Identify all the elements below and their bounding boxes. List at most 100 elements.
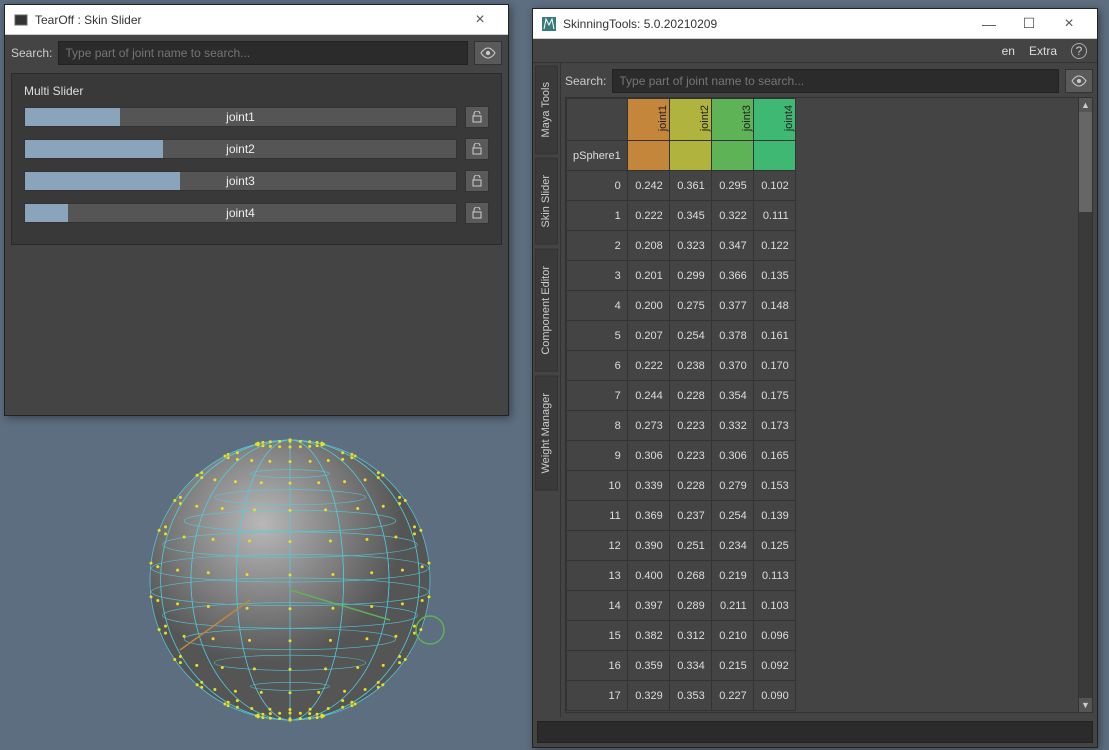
weight-cell[interactable]: 0.207 <box>627 321 669 351</box>
table-row[interactable]: 120.3900.2510.2340.125 <box>567 531 796 561</box>
weight-cell[interactable]: 0.254 <box>711 501 753 531</box>
weight-cell[interactable]: 0.369 <box>627 501 669 531</box>
weight-cell[interactable]: 0.210 <box>711 621 753 651</box>
vertical-tab[interactable]: Component Editor <box>535 249 558 372</box>
weight-cell[interactable]: 0.273 <box>627 411 669 441</box>
weight-cell[interactable]: 0.354 <box>711 381 753 411</box>
table-row[interactable]: 90.3060.2230.3060.165 <box>567 441 796 471</box>
weight-cell[interactable]: 0.306 <box>627 441 669 471</box>
weight-cell[interactable]: 0.339 <box>627 471 669 501</box>
weight-cell[interactable]: 0.103 <box>753 591 795 621</box>
weight-cell[interactable]: 0.353 <box>669 681 711 711</box>
lock-button[interactable] <box>465 106 489 128</box>
vertical-tab[interactable]: Maya Tools <box>535 65 558 154</box>
weight-cell[interactable]: 0.096 <box>753 621 795 651</box>
table-row[interactable]: 140.3970.2890.2110.103 <box>567 591 796 621</box>
weight-cell[interactable]: 0.223 <box>669 411 711 441</box>
search-input[interactable] <box>58 41 468 65</box>
weight-cell[interactable]: 0.242 <box>627 171 669 201</box>
scroll-down-icon[interactable]: ▼ <box>1079 698 1092 712</box>
joint-header[interactable]: joint4 <box>753 99 795 141</box>
weight-cell[interactable]: 0.306 <box>711 441 753 471</box>
table-row[interactable]: 170.3290.3530.2270.090 <box>567 681 796 711</box>
table-row[interactable]: 60.2220.2380.3700.170 <box>567 351 796 381</box>
vertical-tab[interactable]: Skin Slider <box>535 158 558 245</box>
table-row[interactable]: 20.2080.3230.3470.122 <box>567 231 796 261</box>
close-icon[interactable]: × <box>1049 9 1089 38</box>
weight-cell[interactable]: 0.200 <box>627 291 669 321</box>
weight-cell[interactable]: 0.227 <box>711 681 753 711</box>
scroll-up-icon[interactable]: ▲ <box>1079 98 1092 112</box>
table-row[interactable]: 10.2220.3450.3220.111 <box>567 201 796 231</box>
weight-cell[interactable]: 0.254 <box>669 321 711 351</box>
weight-cell[interactable]: 0.366 <box>711 261 753 291</box>
weight-cell[interactable]: 0.222 <box>627 201 669 231</box>
weight-cell[interactable]: 0.215 <box>711 651 753 681</box>
weight-cell[interactable]: 0.361 <box>669 171 711 201</box>
weight-cell[interactable]: 0.275 <box>669 291 711 321</box>
visibility-toggle-button[interactable] <box>474 41 502 65</box>
weight-cell[interactable]: 0.223 <box>669 441 711 471</box>
table-row[interactable]: 70.2440.2280.3540.175 <box>567 381 796 411</box>
weight-cell[interactable]: 0.244 <box>627 381 669 411</box>
weight-cell[interactable]: 0.323 <box>669 231 711 261</box>
weight-cell[interactable]: 0.329 <box>627 681 669 711</box>
table-row[interactable]: 30.2010.2990.3660.135 <box>567 261 796 291</box>
weight-table[interactable]: joint1joint2joint3joint4pSphere100.2420.… <box>565 97 1093 713</box>
weight-cell[interactable]: 0.332 <box>711 411 753 441</box>
weight-cell[interactable]: 0.237 <box>669 501 711 531</box>
weight-cell[interactable]: 0.382 <box>627 621 669 651</box>
search-input[interactable] <box>612 69 1059 93</box>
table-row[interactable]: 80.2730.2230.3320.173 <box>567 411 796 441</box>
weight-cell[interactable]: 0.208 <box>627 231 669 261</box>
minimize-icon[interactable]: — <box>969 9 1009 38</box>
weight-cell[interactable]: 0.211 <box>711 591 753 621</box>
weight-cell[interactable]: 0.289 <box>669 591 711 621</box>
lang-menu[interactable]: en <box>1002 44 1015 58</box>
joint-slider[interactable]: joint4 <box>24 203 457 223</box>
weight-cell[interactable]: 0.148 <box>753 291 795 321</box>
lock-button[interactable] <box>465 170 489 192</box>
weight-cell[interactable]: 0.397 <box>627 591 669 621</box>
tearoff-titlebar[interactable]: TearOff : Skin Slider × <box>5 5 508 35</box>
weight-cell[interactable]: 0.299 <box>669 261 711 291</box>
joint-slider[interactable]: joint1 <box>24 107 457 127</box>
weight-cell[interactable]: 0.111 <box>753 201 795 231</box>
extra-menu[interactable]: Extra <box>1029 44 1057 58</box>
weight-cell[interactable]: 0.170 <box>753 351 795 381</box>
weight-cell[interactable]: 0.092 <box>753 651 795 681</box>
weight-cell[interactable]: 0.090 <box>753 681 795 711</box>
maximize-icon[interactable]: ☐ <box>1009 9 1049 38</box>
weight-cell[interactable]: 0.347 <box>711 231 753 261</box>
skintools-titlebar[interactable]: SkinningTools: 5.0.20210209 — ☐ × <box>533 9 1097 39</box>
weight-cell[interactable]: 0.139 <box>753 501 795 531</box>
weight-cell[interactable]: 0.113 <box>753 561 795 591</box>
weight-cell[interactable]: 0.312 <box>669 621 711 651</box>
weight-cell[interactable]: 0.219 <box>711 561 753 591</box>
weight-cell[interactable]: 0.370 <box>711 351 753 381</box>
weight-cell[interactable]: 0.122 <box>753 231 795 261</box>
weight-cell[interactable]: 0.378 <box>711 321 753 351</box>
weight-cell[interactable]: 0.345 <box>669 201 711 231</box>
weight-cell[interactable]: 0.201 <box>627 261 669 291</box>
table-row[interactable]: 130.4000.2680.2190.113 <box>567 561 796 591</box>
weight-cell[interactable]: 0.390 <box>627 531 669 561</box>
joint-header[interactable]: joint2 <box>669 99 711 141</box>
weight-cell[interactable]: 0.228 <box>669 471 711 501</box>
table-row[interactable]: 100.3390.2280.2790.153 <box>567 471 796 501</box>
weight-cell[interactable]: 0.165 <box>753 441 795 471</box>
weight-cell[interactable]: 0.102 <box>753 171 795 201</box>
lock-button[interactable] <box>465 138 489 160</box>
joint-header[interactable]: joint3 <box>711 99 753 141</box>
table-row[interactable]: 50.2070.2540.3780.161 <box>567 321 796 351</box>
weight-cell[interactable]: 0.359 <box>627 651 669 681</box>
lock-button[interactable] <box>465 202 489 224</box>
joint-slider[interactable]: joint3 <box>24 171 457 191</box>
joint-header[interactable]: joint1 <box>627 99 669 141</box>
weight-cell[interactable]: 0.135 <box>753 261 795 291</box>
weight-cell[interactable]: 0.377 <box>711 291 753 321</box>
close-icon[interactable]: × <box>460 5 500 34</box>
joint-slider[interactable]: joint2 <box>24 139 457 159</box>
weight-cell[interactable]: 0.238 <box>669 351 711 381</box>
weight-cell[interactable]: 0.161 <box>753 321 795 351</box>
